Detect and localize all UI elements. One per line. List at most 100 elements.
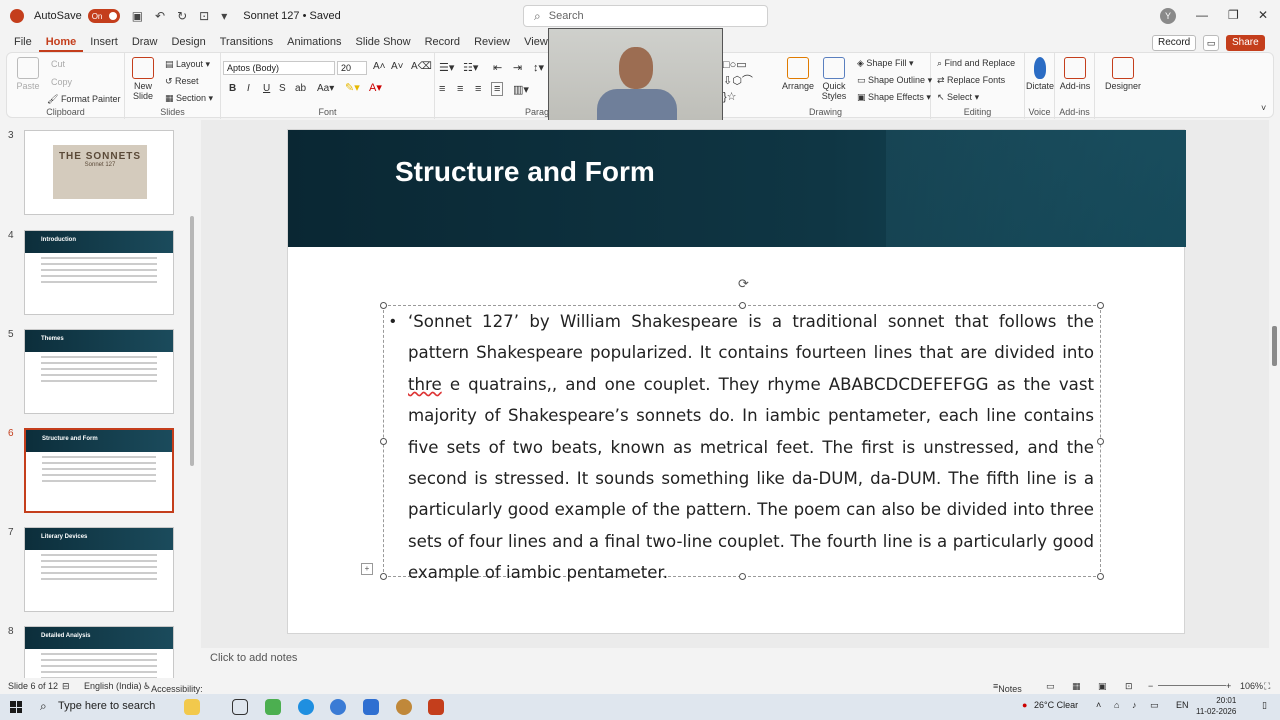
tab-slide-show[interactable]: Slide Show (349, 32, 418, 52)
tab-insert[interactable]: Insert (83, 32, 125, 52)
resize-handle-tl[interactable] (380, 302, 387, 309)
increase-indent-icon[interactable]: ⇥ (513, 61, 522, 74)
tab-record[interactable]: Record (418, 32, 467, 52)
notifications-icon[interactable]: ▯ (1262, 700, 1267, 711)
rotate-handle-icon[interactable]: ⟳ (738, 276, 749, 292)
highlight-icon[interactable]: ✎▾ (345, 81, 360, 94)
tab-animations[interactable]: Animations (280, 32, 348, 52)
accessibility-status[interactable]: ♿ Accessibility: Investigate (143, 681, 203, 704)
zoom-in-icon[interactable]: + (1226, 681, 1231, 691)
edge-icon[interactable] (298, 699, 314, 715)
addins-button[interactable]: Add-ins (1057, 57, 1093, 91)
zoom-level[interactable]: 106% (1240, 681, 1263, 691)
powerpoint-taskbar-icon[interactable] (428, 699, 444, 715)
task-view-icon[interactable] (232, 699, 248, 715)
weather-text[interactable]: 26°C Clear (1034, 700, 1078, 710)
clock[interactable]: 20:01 11-02-2026 (1196, 695, 1236, 717)
find-replace-button[interactable]: ⌕ Find and Replace (937, 58, 1015, 69)
battery-icon[interactable]: ▭ (1150, 700, 1159, 711)
chrome-icon[interactable] (330, 699, 346, 715)
tab-design[interactable]: Design (164, 32, 212, 52)
numbering-icon[interactable]: ☷▾ (463, 61, 478, 74)
shape-outline-button[interactable]: ▭ Shape Outline ▾ (857, 75, 932, 86)
search-input[interactable]: ⌕ Search (523, 5, 768, 27)
reading-view-icon[interactable]: ▣ (1098, 681, 1107, 692)
spelling-icon[interactable]: ⊟ (62, 681, 70, 692)
replace-fonts-button[interactable]: ⇄ Replace Fonts (937, 75, 1005, 86)
align-right-icon[interactable]: ≡ (475, 83, 481, 95)
tab-file[interactable]: File (7, 32, 39, 52)
zoom-slider[interactable] (1158, 685, 1226, 686)
cut-button[interactable]: Cut (51, 59, 65, 69)
ribbon-collapse-icon[interactable]: ˅ (1261, 103, 1266, 113)
change-case-icon[interactable]: Aa▾ (317, 83, 334, 94)
slide-thumbnail[interactable]: THE SONNETS Sonnet 127 (24, 130, 174, 215)
input-language[interactable]: EN (1176, 700, 1189, 710)
body-text[interactable]: ‘Sonnet 127’ by William Shakespeare is a… (408, 306, 1094, 589)
normal-view-icon[interactable]: ▭ (1046, 681, 1055, 692)
copy-button[interactable]: Copy (51, 77, 72, 87)
close-icon[interactable]: ✕ (1258, 8, 1268, 22)
resize-handle-tr[interactable] (1097, 302, 1104, 309)
tab-home[interactable]: Home (38, 32, 84, 52)
redo-icon[interactable]: ↻ (177, 9, 187, 23)
font-color-icon[interactable]: A▾ (369, 81, 382, 94)
language-indicator[interactable]: English (India) (84, 681, 142, 691)
volume-icon[interactable]: ♪ (1132, 700, 1137, 710)
save-icon[interactable]: ▣ (132, 9, 143, 23)
layout-button[interactable]: ▤ Layout ▾ (165, 59, 210, 70)
slide-thumbnail[interactable]: Structure and Form (24, 428, 174, 513)
slide-thumbnail[interactable]: Literary Devices (24, 527, 174, 612)
justify-icon[interactable]: ≡ (491, 82, 504, 96)
tab-draw[interactable]: Draw (125, 32, 165, 52)
underline-icon[interactable]: U (263, 83, 270, 94)
font-name-select[interactable]: Aptos (Body) (223, 61, 335, 75)
recorder-app-icon[interactable] (396, 699, 412, 715)
bold-icon[interactable]: B (229, 83, 236, 94)
line-spacing-icon[interactable]: ↕▾ (533, 61, 544, 74)
notes-toggle[interactable]: ≡ Notes (993, 681, 1022, 694)
slide-sorter-icon[interactable]: ▦ (1072, 681, 1081, 692)
undo-icon[interactable]: ↶ (155, 9, 165, 23)
thumbnails-scrollbar[interactable] (190, 216, 194, 466)
tab-transitions[interactable]: Transitions (213, 32, 280, 52)
clear-format-icon[interactable]: A⌫ (411, 61, 432, 72)
shape-fill-button[interactable]: ◈ Shape Fill ▾ (857, 58, 913, 69)
select-button[interactable]: ↖ Select ▾ (937, 92, 979, 103)
notes-pane[interactable]: Click to add notes (201, 648, 1269, 668)
slide-thumbnail[interactable]: Themes (24, 329, 174, 414)
outlook-icon[interactable] (363, 699, 379, 715)
bullets-icon[interactable]: ☰▾ (439, 61, 454, 74)
font-size-select[interactable]: 20 (337, 61, 367, 75)
zoom-out-icon[interactable]: − (1148, 681, 1153, 691)
windows-start-icon[interactable] (10, 701, 22, 713)
resize-handle-bl[interactable] (380, 573, 387, 580)
italic-icon[interactable]: I (247, 83, 250, 94)
arrange-button[interactable]: Arrange (781, 57, 815, 91)
paste-button[interactable]: Paste (13, 57, 43, 91)
resize-handle-left[interactable] (380, 438, 387, 445)
avatar[interactable]: Y (1160, 8, 1176, 24)
misspelled-word[interactable]: thre (408, 375, 442, 394)
restore-icon[interactable]: ❐ (1228, 8, 1239, 22)
decrease-font-icon[interactable]: A˅ (391, 61, 404, 72)
copilot-icon[interactable] (184, 699, 200, 715)
shapes-gallery-icon[interactable]: □○▭ ⇩⬡⌒}☆ (723, 57, 759, 105)
slide-title[interactable]: Structure and Form (395, 156, 655, 188)
align-left-icon[interactable]: ≡ (439, 83, 445, 95)
resize-handle-top[interactable] (739, 302, 746, 309)
resize-handle-br[interactable] (1097, 573, 1104, 580)
reset-button[interactable]: ↺ Reset (165, 76, 199, 87)
section-button[interactable]: ▦ Section ▾ (165, 93, 213, 104)
body-textbox[interactable]: • ‘Sonnet 127’ by William Shakespeare is… (380, 302, 1104, 582)
char-spacing-icon[interactable]: ab (295, 83, 306, 94)
decrease-indent-icon[interactable]: ⇤ (493, 61, 502, 74)
designer-button[interactable]: Designer (1103, 57, 1143, 91)
share-button[interactable]: Share (1226, 35, 1265, 51)
slideshow-icon[interactable]: ⊡ (1125, 681, 1133, 692)
quick-styles-button[interactable]: Quick Styles (817, 57, 851, 101)
copilot-app-icon[interactable] (265, 699, 281, 715)
dictate-button[interactable]: Dictate (1025, 57, 1055, 91)
columns-icon[interactable]: ▥▾ (513, 83, 529, 96)
document-title[interactable]: Sonnet 127 • Saved (243, 10, 340, 22)
